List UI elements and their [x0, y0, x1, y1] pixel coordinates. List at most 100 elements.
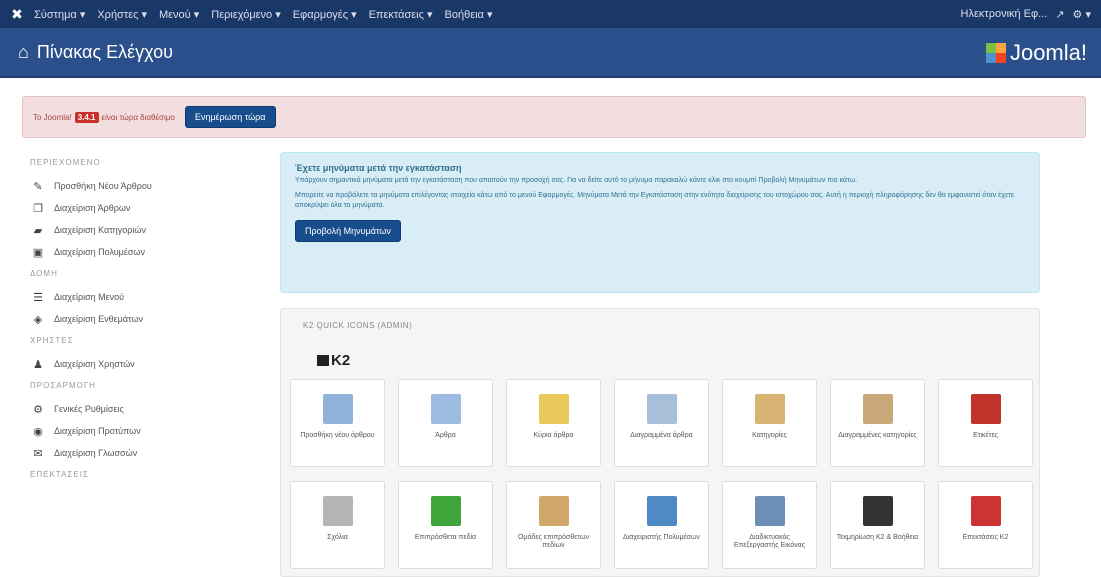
- info-paragraph-2: Μπορείτε να προβάλετε τα μηνύματα επιλέγ…: [295, 192, 1014, 209]
- quickicon-label: Σχόλια: [327, 534, 348, 541]
- sidebar: ΠΕΡΙΕΧΟΜΕΝΟ ✎ Προσθήκη Νέου Άρθρου ❐ Διαχε…: [30, 152, 250, 487]
- sidebar-item-templates[interactable]: ◉ Διαχείριση Προτύπων: [30, 420, 250, 442]
- list-icon: ☰: [33, 291, 43, 304]
- quickicon-tile[interactable]: Διαδικτυακός Επεξεργαστής Εικόνας: [722, 481, 817, 569]
- menu-help[interactable]: Βοήθεια ▾: [445, 8, 493, 21]
- quickicon-label: Διαγραμμένα άρθρα: [630, 432, 693, 439]
- quickicon-icon: [322, 394, 353, 424]
- quickicon-icon: [538, 394, 569, 424]
- joomla-icon[interactable]: ✖: [0, 6, 34, 23]
- quickicon-label: Επεκτάσεις K2: [962, 534, 1009, 541]
- sidebar-item-global-config[interactable]: ⚙ Γενικές Ρυθμίσεις: [30, 398, 250, 420]
- cube-icon: ◈: [33, 313, 43, 326]
- sidebar-item-label: Διαχείριση Πολυμέσων: [54, 247, 145, 257]
- sidebar-item-users[interactable]: ♟ Διαχείριση Χρηστών: [30, 353, 250, 375]
- quickicon-icon: [430, 394, 461, 424]
- k2-logo: K2: [317, 352, 350, 369]
- quickicon-tile[interactable]: Διαγραμμένα άρθρα: [614, 379, 709, 467]
- sidebar-item-categories[interactable]: ▰ Διαχείριση Κατηγοριών: [30, 219, 250, 241]
- quickicon-label: Άρθρα: [435, 432, 456, 439]
- quickicon-label: Προσθήκη νέου άρθρου: [300, 432, 375, 439]
- quickicon-icon: [970, 496, 1001, 526]
- alert-text-1: Το Joomla!: [33, 112, 72, 122]
- version-badge: 3.4.1: [74, 111, 99, 123]
- alert-text-2: είναι τώρα διαθέσιμο: [101, 112, 175, 122]
- quickicon-icon: [322, 496, 353, 526]
- comments-icon: ✉: [33, 447, 43, 460]
- quickicon-label: Κύρια άρθρα: [533, 432, 574, 439]
- external-link-icon[interactable]: ↗: [1055, 8, 1064, 21]
- sidebar-section-title: ΠΕΡΙΕΧΟΜΕΝΟ: [30, 158, 101, 167]
- sidebar-item-label: Διαχείριση Άρθρων: [54, 203, 131, 213]
- quickicon-tile[interactable]: Επεκτάσεις K2: [938, 481, 1033, 569]
- k2-quickicons-panel: K2 QUICK ICONS (ADMIN) K2 Προσθήκη νέου …: [280, 308, 1040, 577]
- sidebar-item-add-article[interactable]: ✎ Προσθήκη Νέου Άρθρου: [30, 175, 250, 197]
- sidebar-section-title: ΠΡΟΣΑΡΜΟΓΗ: [30, 381, 97, 390]
- quickicon-icon: [754, 394, 785, 424]
- sidebar-item-label: Διαχείριση Μενού: [54, 292, 125, 302]
- quickicon-tile[interactable]: Διαχειριστής Πολυμέσων: [614, 481, 709, 569]
- quickicon-tile[interactable]: Προσθήκη νέου άρθρου: [290, 379, 385, 467]
- site-link[interactable]: Ηλεκτρονική Εφ...: [961, 8, 1048, 20]
- menu-extensions[interactable]: Επεκτάσεις ▾: [369, 8, 433, 21]
- quickicon-tile[interactable]: Διαγραμμένες κατηγορίες: [830, 379, 925, 467]
- home-icon: ⌂: [18, 41, 29, 62]
- menu-users[interactable]: Χρήστες ▾: [97, 8, 147, 21]
- postinstall-message-box: Έχετε μηνύματα μετά την εγκατάσταση Υπάρ…: [280, 152, 1040, 293]
- main-menu: Σύστημα ▾ Χρήστες ▾ Μενού ▾ Περιεχόμενο …: [34, 8, 504, 21]
- sidebar-item-media[interactable]: ▣ Διαχείριση Πολυμέσων: [30, 241, 250, 263]
- quickicon-icon: [430, 496, 461, 526]
- menu-components[interactable]: Εφαρμογές ▾: [293, 8, 357, 21]
- sidebar-section-title: ΧΡΗΣΤΕΣ: [30, 336, 74, 345]
- quickicon-tile[interactable]: Κύρια άρθρα: [506, 379, 601, 467]
- menu-menus[interactable]: Μενού ▾: [159, 8, 199, 21]
- stack-icon: ❐: [33, 202, 43, 215]
- admin-menubar: ✖ Σύστημα ▾ Χρήστες ▾ Μενού ▾ Περιεχόμεν…: [0, 0, 1101, 28]
- sidebar-item-menus[interactable]: ☰ Διαχείριση Μενού: [30, 286, 250, 308]
- quickicon-tile[interactable]: Επιπρόσθετα πεδία: [398, 481, 493, 569]
- sidebar-item-modules[interactable]: ◈ Διαχείριση Ενθεμάτων: [30, 308, 250, 330]
- quickicon-label: Ομάδες επιπρόσθετων πεδίων: [517, 534, 590, 549]
- quickicon-label: Τεκμηρίωση K2 & Βοήθεια: [836, 534, 919, 541]
- settings-menu[interactable]: ⚙ ▾: [1073, 8, 1091, 21]
- page-header: ⌂ Πίνακας Ελέγχου Joomla!: [0, 28, 1101, 78]
- image-icon: ▣: [32, 246, 44, 259]
- quickicon-tile[interactable]: Ομάδες επιπρόσθετων πεδίων: [506, 481, 601, 569]
- quickicon-icon: [646, 496, 677, 526]
- k2-image-icon: [317, 355, 329, 366]
- update-now-button[interactable]: Ενημέρωση τώρα: [184, 106, 276, 128]
- quickicon-tile[interactable]: Σχόλια: [290, 481, 385, 569]
- view-messages-button[interactable]: Προβολή Μηνυμάτων: [295, 220, 401, 242]
- sidebar-item-articles[interactable]: ❐ Διαχείριση Άρθρων: [30, 197, 250, 219]
- sidebar-section-title: ΔΟΜΗ: [30, 269, 58, 278]
- menu-content[interactable]: Περιεχόμενο ▾: [211, 8, 281, 21]
- sidebar-item-label: Διαχείριση Προτύπων: [54, 426, 141, 436]
- quickicon-label: Ετικέτες: [973, 432, 998, 439]
- panel-title: K2 QUICK ICONS (ADMIN): [303, 321, 413, 330]
- folder-icon: ▰: [33, 224, 43, 237]
- quickicon-icon: [862, 496, 893, 526]
- quickicon-tile[interactable]: Άρθρα: [398, 379, 493, 467]
- sidebar-item-label: Διαχείριση Γλωσσών: [54, 448, 138, 458]
- joomla-logo-icon: [985, 43, 1006, 63]
- menu-system[interactable]: Σύστημα ▾: [34, 8, 85, 21]
- quickicon-tile[interactable]: Τεκμηρίωση K2 & Βοήθεια: [830, 481, 925, 569]
- quickicon-label: Επιπρόσθετα πεδία: [414, 534, 477, 541]
- quickicon-label: Διαχειριστής Πολυμέσων: [623, 534, 700, 541]
- sidebar-item-label: Διαχείριση Χρηστών: [54, 359, 135, 369]
- quickicon-icon: [538, 496, 569, 526]
- sidebar-section-title: ΕΠΕΚΤΑΣΕΙΣ: [30, 470, 89, 479]
- gear-icon: ⚙: [33, 403, 43, 416]
- quickicon-icon: [646, 394, 677, 424]
- quickicon-tile[interactable]: Κατηγορίες: [722, 379, 817, 467]
- joomla-logo: Joomla!: [985, 40, 1087, 66]
- quickicon-label: Διαγραμμένες κατηγορίες: [838, 432, 917, 439]
- joomla-brand-text: Joomla!: [1009, 40, 1087, 65]
- eye-icon: ◉: [33, 425, 43, 438]
- quickicon-label: Διαδικτυακός Επεξεργαστής Εικόνας: [733, 534, 806, 549]
- topbar-right: Ηλεκτρονική Εφ... ↗ ⚙ ▾: [961, 0, 1092, 28]
- quickicon-tile[interactable]: Ετικέτες: [938, 379, 1033, 467]
- sidebar-item-label: Διαχείριση Κατηγοριών: [54, 225, 146, 235]
- users-icon: ♟: [33, 358, 43, 371]
- sidebar-item-languages[interactable]: ✉ Διαχείριση Γλωσσών: [30, 442, 250, 464]
